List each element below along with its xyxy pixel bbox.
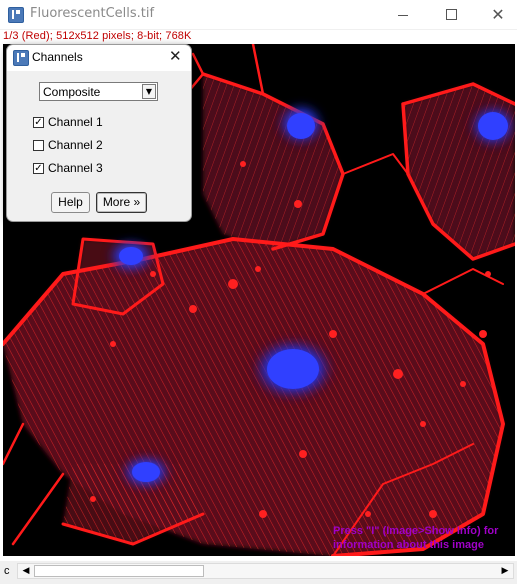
close-icon: ✕ [491,5,505,24]
channel-1-label: Channel 1 [48,115,103,129]
imagej-app-icon [8,7,24,23]
channels-dialog-title: Channels [32,50,83,64]
scroll-left-arrow-icon[interactable]: ◀ [19,564,33,578]
help-button[interactable]: Help [51,192,90,213]
chevron-down-icon[interactable]: ▼ [142,84,156,99]
imagej-dialog-icon [13,50,29,66]
window-titlebar[interactable]: FluorescentCells.tif ✕ [0,0,517,30]
minimize-button[interactable] [380,0,426,29]
scroll-thumb[interactable] [34,565,204,577]
display-mode-value: Composite [43,85,101,99]
dialog-close-icon[interactable]: ✕ [169,47,182,65]
channel-1-checkbox[interactable]: ✓ [33,117,44,128]
channel-scrollbar[interactable]: ◀ ▶ [17,563,514,579]
image-info-hint-line2: information about this image [333,539,484,551]
maximize-button[interactable] [428,0,474,29]
scroll-right-arrow-icon[interactable]: ▶ [498,564,512,578]
maximize-icon [445,9,457,20]
channel-slider-label: c [4,565,10,577]
channel-3-label: Channel 3 [48,161,103,175]
image-info-hint: Press "I" (Image>Show Info) for informat… [333,524,498,552]
more-button[interactable]: More » [96,192,147,213]
channel-3-checkbox[interactable]: ✓ [33,163,44,174]
close-button[interactable]: ✕ [475,0,517,29]
channels-dialog-titlebar[interactable]: Channels ✕ [7,45,191,71]
image-info-hint-line1: Press "I" (Image>Show Info) for [333,525,499,537]
channel-2-checkbox[interactable] [33,140,44,151]
display-mode-select[interactable]: Composite ▼ [39,82,158,101]
channel-2-label: Channel 2 [48,138,103,152]
minimize-icon [398,15,408,16]
channels-dialog: Channels ✕ Composite ▼ ✓ Channel 1 Chann… [6,44,192,222]
window-title: FluorescentCells.tif [30,6,155,21]
image-info-line: 1/3 (Red); 512x512 pixels; 8-bit; 768K [3,30,192,42]
